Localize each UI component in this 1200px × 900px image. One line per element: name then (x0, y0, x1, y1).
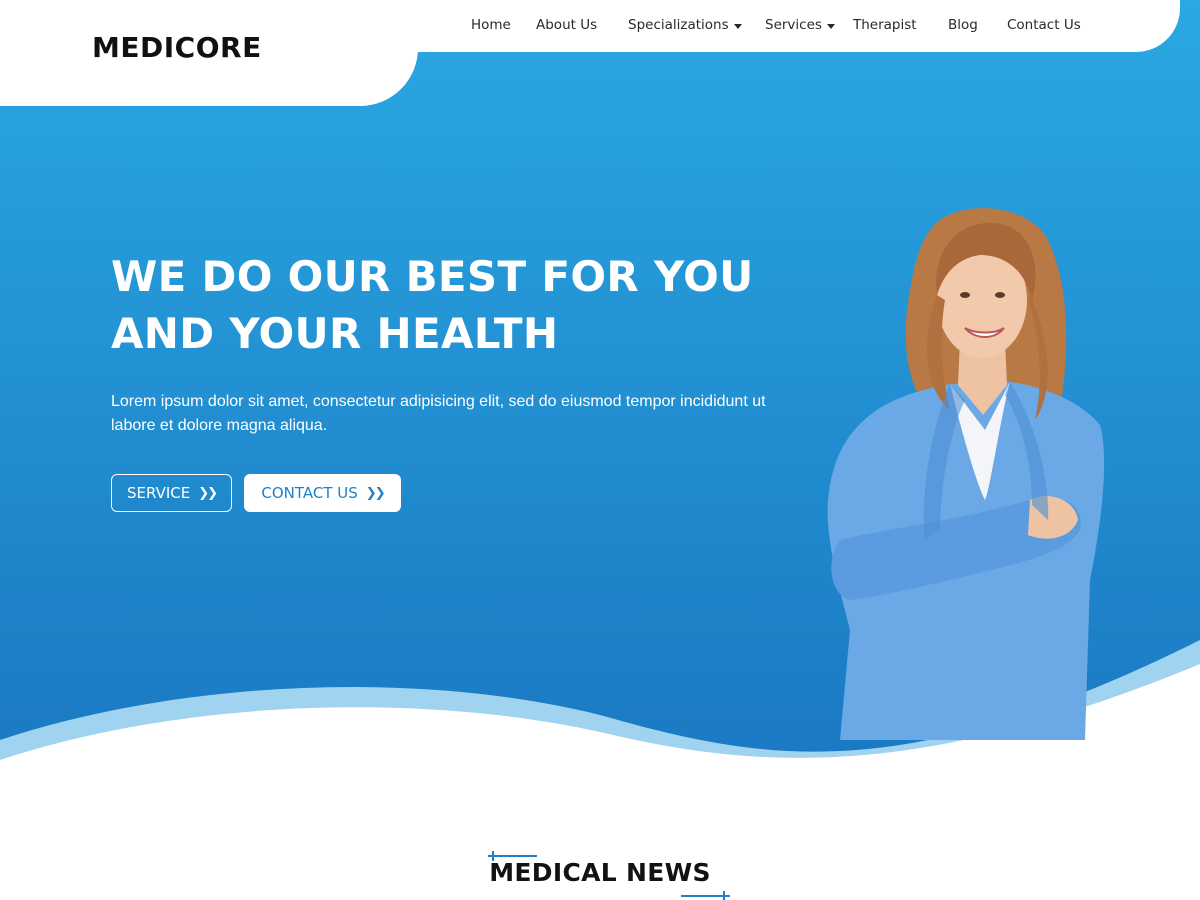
nav-item-label: Specializations (628, 17, 729, 33)
service-button[interactable]: SERVICE ❯❯ (111, 474, 232, 512)
double-chevron-right-icon: ❯❯ (365, 485, 386, 501)
hero-title-line-1: WE DO OUR BEST FOR YOU (111, 252, 754, 301)
site-logo[interactable]: MEDICORE (92, 31, 262, 64)
nav-item-label: About Us (536, 17, 598, 33)
caret-down-icon (733, 23, 742, 29)
hero-description: Lorem ipsum dolor sit amet, consectetur … (111, 393, 766, 434)
nav-item-label: Therapist (853, 17, 917, 33)
caret-down-icon (826, 23, 835, 29)
nav-item-label: Home (471, 17, 511, 33)
hero-section: WE DO OUR BEST FOR YOU AND YOUR HEALTH L… (0, 0, 1200, 780)
hero-title: WE DO OUR BEST FOR YOU AND YOUR HEALTH (111, 248, 791, 362)
double-chevron-right-icon: ❯❯ (198, 485, 218, 501)
contact-us-button-label: CONTACT US (261, 484, 358, 502)
contact-us-button[interactable]: CONTACT US ❯❯ (244, 474, 401, 512)
medical-news-title: MEDICAL NEWS (489, 858, 711, 887)
hero-title-line-2: AND YOUR HEALTH (111, 309, 559, 358)
medical-news-section: MEDICAL NEWS (0, 840, 1200, 900)
nav-item-label: Services (765, 17, 822, 33)
nav-item-label: Blog (948, 17, 978, 33)
nav-item-home[interactable]: Home (471, 14, 511, 36)
nav-item-blog[interactable]: Blog (948, 14, 978, 36)
nav-item-therapist[interactable]: Therapist (853, 14, 917, 36)
nav-item-about-us[interactable]: About Us (536, 14, 597, 36)
header-logo-area: MEDICORE (0, 0, 418, 106)
nav-item-services[interactable]: Services (765, 14, 835, 36)
nav-item-label: Contact Us (1007, 17, 1081, 33)
nav-item-specializations[interactable]: Specializations (628, 14, 742, 36)
doctor-portrait-image (827, 208, 1105, 740)
nav-item-contact-us[interactable]: Contact Us (1007, 14, 1081, 36)
service-button-label: SERVICE (126, 484, 191, 502)
